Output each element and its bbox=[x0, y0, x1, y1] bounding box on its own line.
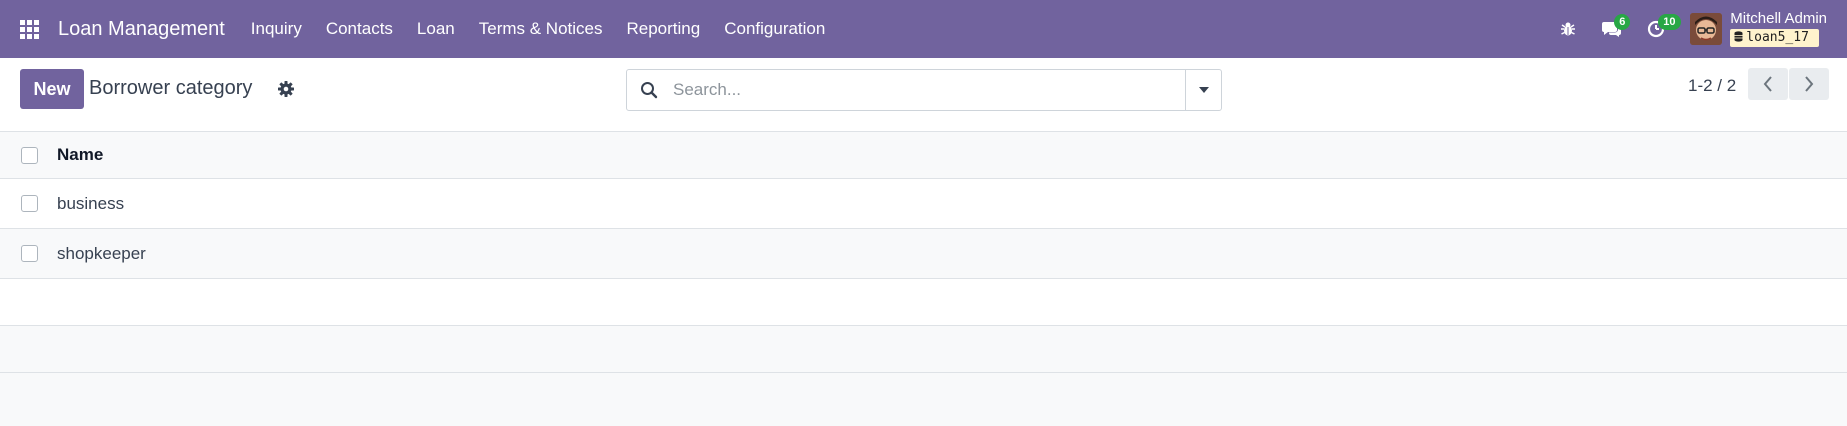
activities-count-badge: 10 bbox=[1658, 14, 1681, 30]
empty-row bbox=[0, 279, 1847, 326]
search-bar bbox=[626, 69, 1222, 111]
menu-item-contacts[interactable]: Contacts bbox=[314, 0, 405, 58]
pager-next-button[interactable] bbox=[1789, 68, 1829, 100]
avatar bbox=[1690, 13, 1723, 45]
page-title: Borrower category bbox=[89, 77, 253, 99]
menu-item-loan[interactable]: Loan bbox=[405, 0, 467, 58]
top-navbar: Loan Management Inquiry Contacts Loan Te… bbox=[0, 0, 1847, 58]
select-all-checkbox[interactable] bbox=[21, 147, 38, 164]
apps-menu-button[interactable] bbox=[0, 0, 58, 58]
database-name: loan5_17 bbox=[1746, 30, 1809, 45]
user-info: Mitchell Admin loan5_17 bbox=[1730, 11, 1827, 47]
column-header-name[interactable]: Name bbox=[57, 145, 103, 165]
chevron-left-icon bbox=[1763, 76, 1772, 92]
control-panel: New Borrower category 1- bbox=[0, 58, 1847, 132]
gear-icon[interactable] bbox=[276, 79, 296, 99]
empty-row bbox=[0, 326, 1847, 373]
database-badge: loan5_17 bbox=[1730, 29, 1819, 47]
menu-item-inquiry[interactable]: Inquiry bbox=[239, 0, 314, 58]
table-row[interactable]: business bbox=[0, 179, 1847, 229]
row-name-cell[interactable]: shopkeeper bbox=[57, 244, 146, 264]
debug-menu-button[interactable] bbox=[1546, 0, 1590, 58]
search-icon bbox=[627, 70, 671, 110]
search-input[interactable] bbox=[671, 70, 1185, 110]
search-options-toggle[interactable] bbox=[1185, 70, 1221, 110]
list-view: Name business shopkeeper bbox=[0, 132, 1847, 373]
row-checkbox[interactable] bbox=[21, 195, 38, 212]
new-button[interactable]: New bbox=[20, 69, 84, 109]
list-header-row: Name bbox=[0, 132, 1847, 179]
messages-count-badge: 6 bbox=[1614, 14, 1631, 30]
app-title[interactable]: Loan Management bbox=[58, 18, 225, 41]
user-name: Mitchell Admin bbox=[1730, 10, 1827, 27]
row-checkbox[interactable] bbox=[21, 245, 38, 262]
menu-item-terms-notices[interactable]: Terms & Notices bbox=[467, 0, 615, 58]
menu-item-configuration[interactable]: Configuration bbox=[712, 0, 837, 58]
pager-previous-button[interactable] bbox=[1748, 68, 1788, 100]
menu-item-reporting[interactable]: Reporting bbox=[615, 0, 713, 58]
main-menu: Inquiry Contacts Loan Terms & Notices Re… bbox=[239, 0, 838, 58]
user-menu[interactable]: Mitchell Admin loan5_17 bbox=[1690, 11, 1827, 47]
row-name-cell[interactable]: business bbox=[57, 194, 124, 214]
messages-button[interactable]: 6 bbox=[1590, 0, 1634, 58]
table-row[interactable]: shopkeeper bbox=[0, 229, 1847, 279]
chevron-right-icon bbox=[1805, 76, 1814, 92]
pager-value[interactable]: 1-2 / 2 bbox=[1688, 74, 1736, 98]
bug-icon bbox=[1561, 22, 1576, 36]
caret-down-icon bbox=[1198, 87, 1209, 93]
navbar-systray: 6 10 Mitchell Admin loan5_17 bbox=[1546, 0, 1847, 58]
grid-icon bbox=[19, 19, 39, 39]
activities-button[interactable]: 10 bbox=[1634, 0, 1681, 58]
database-icon bbox=[1734, 31, 1743, 42]
